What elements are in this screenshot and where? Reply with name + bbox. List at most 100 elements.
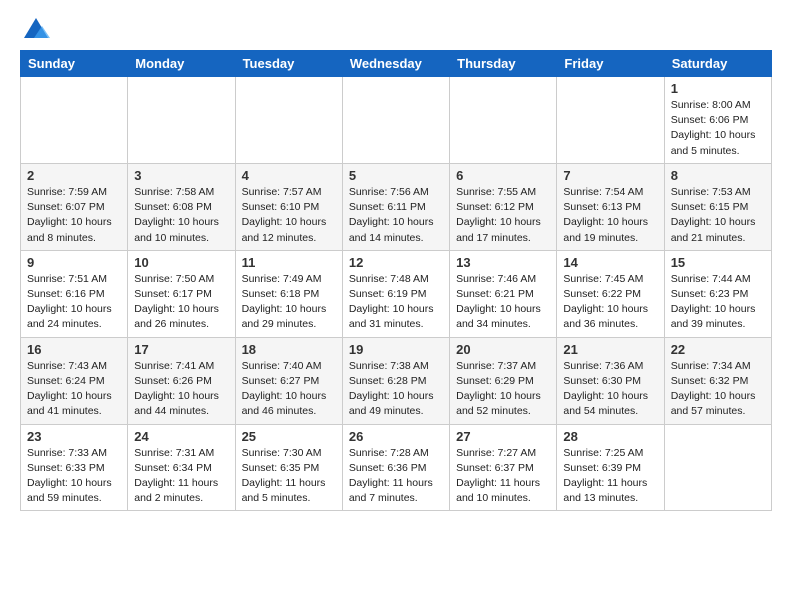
weekday-header-sunday: Sunday — [21, 51, 128, 77]
day-number: 1 — [671, 81, 765, 96]
calendar-cell: 6 Sunrise: 7:55 AM Sunset: 6:12 PM Daylig… — [450, 163, 557, 250]
day-info: Sunrise: 7:36 AM Sunset: 6:30 PM Dayligh… — [563, 359, 657, 420]
weekday-header-row: SundayMondayTuesdayWednesdayThursdayFrid… — [21, 51, 772, 77]
day-info: Sunrise: 7:37 AM Sunset: 6:29 PM Dayligh… — [456, 359, 550, 420]
calendar-cell: 15 Sunrise: 7:44 AM Sunset: 6:23 PM Dayli… — [664, 250, 771, 337]
header — [20, 16, 772, 40]
calendar-cell: 28 Sunrise: 7:25 AM Sunset: 6:39 PM Dayli… — [557, 424, 664, 511]
calendar-cell: 26 Sunrise: 7:28 AM Sunset: 6:36 PM Dayli… — [342, 424, 449, 511]
day-number: 19 — [349, 342, 443, 357]
day-number: 27 — [456, 429, 550, 444]
day-number: 15 — [671, 255, 765, 270]
day-number: 8 — [671, 168, 765, 183]
day-number: 9 — [27, 255, 121, 270]
calendar-cell: 24 Sunrise: 7:31 AM Sunset: 6:34 PM Dayli… — [128, 424, 235, 511]
week-row-3: 9 Sunrise: 7:51 AM Sunset: 6:16 PM Daylig… — [21, 250, 772, 337]
day-info: Sunrise: 7:59 AM Sunset: 6:07 PM Dayligh… — [27, 185, 121, 246]
calendar-cell: 8 Sunrise: 7:53 AM Sunset: 6:15 PM Daylig… — [664, 163, 771, 250]
day-number: 22 — [671, 342, 765, 357]
calendar-cell: 23 Sunrise: 7:33 AM Sunset: 6:33 PM Dayli… — [21, 424, 128, 511]
calendar-cell: 16 Sunrise: 7:43 AM Sunset: 6:24 PM Dayli… — [21, 337, 128, 424]
day-info: Sunrise: 7:55 AM Sunset: 6:12 PM Dayligh… — [456, 185, 550, 246]
calendar-cell: 25 Sunrise: 7:30 AM Sunset: 6:35 PM Dayli… — [235, 424, 342, 511]
day-info: Sunrise: 7:30 AM Sunset: 6:35 PM Dayligh… — [242, 446, 336, 507]
day-number: 25 — [242, 429, 336, 444]
day-number: 3 — [134, 168, 228, 183]
day-info: Sunrise: 7:57 AM Sunset: 6:10 PM Dayligh… — [242, 185, 336, 246]
calendar-cell: 12Sunrise: 7:48 AM Sunset: 6:19 PM Dayli… — [342, 250, 449, 337]
calendar-cell — [235, 77, 342, 164]
calendar-cell: 17 Sunrise: 7:41 AM Sunset: 6:26 PM Dayli… — [128, 337, 235, 424]
day-info: Sunrise: 7:56 AM Sunset: 6:11 PM Dayligh… — [349, 185, 443, 246]
calendar-cell — [450, 77, 557, 164]
day-number: 24 — [134, 429, 228, 444]
day-info: Sunrise: 7:33 AM Sunset: 6:33 PM Dayligh… — [27, 446, 121, 507]
weekday-header-monday: Monday — [128, 51, 235, 77]
day-number: 10 — [134, 255, 228, 270]
day-info: Sunrise: 7:25 AM Sunset: 6:39 PM Dayligh… — [563, 446, 657, 507]
day-info: Sunrise: 7:51 AM Sunset: 6:16 PM Dayligh… — [27, 272, 121, 333]
day-info: Sunrise: 7:50 AM Sunset: 6:17 PM Dayligh… — [134, 272, 228, 333]
day-info: Sunrise: 7:43 AM Sunset: 6:24 PM Dayligh… — [27, 359, 121, 420]
week-row-5: 23 Sunrise: 7:33 AM Sunset: 6:33 PM Dayli… — [21, 424, 772, 511]
day-info: Sunrise: 7:58 AM Sunset: 6:08 PM Dayligh… — [134, 185, 228, 246]
calendar-cell — [21, 77, 128, 164]
calendar-body: 1 Sunrise: 8:00 AM Sunset: 6:06 PM Daylig… — [21, 77, 772, 511]
calendar-cell: 21 Sunrise: 7:36 AM Sunset: 6:30 PM Dayli… — [557, 337, 664, 424]
day-number: 11 — [242, 255, 336, 270]
calendar-cell: 2 Sunrise: 7:59 AM Sunset: 6:07 PM Daylig… — [21, 163, 128, 250]
day-number: 14 — [563, 255, 657, 270]
day-info: Sunrise: 7:38 AM Sunset: 6:28 PM Dayligh… — [349, 359, 443, 420]
day-info: Sunrise: 7:31 AM Sunset: 6:34 PM Dayligh… — [134, 446, 228, 507]
day-number: 28 — [563, 429, 657, 444]
day-number: 18 — [242, 342, 336, 357]
calendar-cell: 10 Sunrise: 7:50 AM Sunset: 6:17 PM Dayli… — [128, 250, 235, 337]
day-info: Sunrise: 7:28 AM Sunset: 6:36 PM Dayligh… — [349, 446, 443, 507]
calendar-cell — [557, 77, 664, 164]
weekday-header-friday: Friday — [557, 51, 664, 77]
calendar-cell: 14 Sunrise: 7:45 AM Sunset: 6:22 PM Dayli… — [557, 250, 664, 337]
day-number: 12 — [349, 255, 443, 270]
calendar-cell: 3 Sunrise: 7:58 AM Sunset: 6:08 PM Daylig… — [128, 163, 235, 250]
calendar-cell: 19 Sunrise: 7:38 AM Sunset: 6:28 PM Dayli… — [342, 337, 449, 424]
weekday-header-tuesday: Tuesday — [235, 51, 342, 77]
weekday-header-thursday: Thursday — [450, 51, 557, 77]
logo-icon — [22, 16, 50, 44]
logo — [20, 16, 50, 40]
calendar-cell — [342, 77, 449, 164]
day-number: 13 — [456, 255, 550, 270]
week-row-4: 16 Sunrise: 7:43 AM Sunset: 6:24 PM Dayli… — [21, 337, 772, 424]
calendar-cell: 7 Sunrise: 7:54 AM Sunset: 6:13 PM Daylig… — [557, 163, 664, 250]
calendar-cell: 11Sunrise: 7:49 AM Sunset: 6:18 PM Dayli… — [235, 250, 342, 337]
calendar-cell: 13 Sunrise: 7:46 AM Sunset: 6:21 PM Dayli… — [450, 250, 557, 337]
day-number: 17 — [134, 342, 228, 357]
weekday-header-wednesday: Wednesday — [342, 51, 449, 77]
calendar-cell: 9 Sunrise: 7:51 AM Sunset: 6:16 PM Daylig… — [21, 250, 128, 337]
calendar-cell: 27 Sunrise: 7:27 AM Sunset: 6:37 PM Dayli… — [450, 424, 557, 511]
day-info: Sunrise: 7:27 AM Sunset: 6:37 PM Dayligh… — [456, 446, 550, 507]
day-number: 26 — [349, 429, 443, 444]
day-info: Sunrise: 7:53 AM Sunset: 6:15 PM Dayligh… — [671, 185, 765, 246]
day-info: Sunrise: 7:45 AM Sunset: 6:22 PM Dayligh… — [563, 272, 657, 333]
calendar-cell: 22 Sunrise: 7:34 AM Sunset: 6:32 PM Dayli… — [664, 337, 771, 424]
day-number: 20 — [456, 342, 550, 357]
calendar-cell — [128, 77, 235, 164]
day-number: 23 — [27, 429, 121, 444]
calendar-cell — [664, 424, 771, 511]
day-number: 6 — [456, 168, 550, 183]
day-number: 16 — [27, 342, 121, 357]
day-number: 7 — [563, 168, 657, 183]
day-number: 4 — [242, 168, 336, 183]
calendar-table: SundayMondayTuesdayWednesdayThursdayFrid… — [20, 50, 772, 511]
day-info: Sunrise: 8:00 AM Sunset: 6:06 PM Dayligh… — [671, 98, 765, 159]
day-number: 2 — [27, 168, 121, 183]
day-info: Sunrise: 7:54 AM Sunset: 6:13 PM Dayligh… — [563, 185, 657, 246]
week-row-1: 1 Sunrise: 8:00 AM Sunset: 6:06 PM Daylig… — [21, 77, 772, 164]
week-row-2: 2 Sunrise: 7:59 AM Sunset: 6:07 PM Daylig… — [21, 163, 772, 250]
day-info: Sunrise: 7:41 AM Sunset: 6:26 PM Dayligh… — [134, 359, 228, 420]
day-info: Sunrise: 7:34 AM Sunset: 6:32 PM Dayligh… — [671, 359, 765, 420]
day-info: Sunrise: 7:46 AM Sunset: 6:21 PM Dayligh… — [456, 272, 550, 333]
day-number: 21 — [563, 342, 657, 357]
day-info: Sunrise: 7:44 AM Sunset: 6:23 PM Dayligh… — [671, 272, 765, 333]
calendar-cell: 4 Sunrise: 7:57 AM Sunset: 6:10 PM Daylig… — [235, 163, 342, 250]
